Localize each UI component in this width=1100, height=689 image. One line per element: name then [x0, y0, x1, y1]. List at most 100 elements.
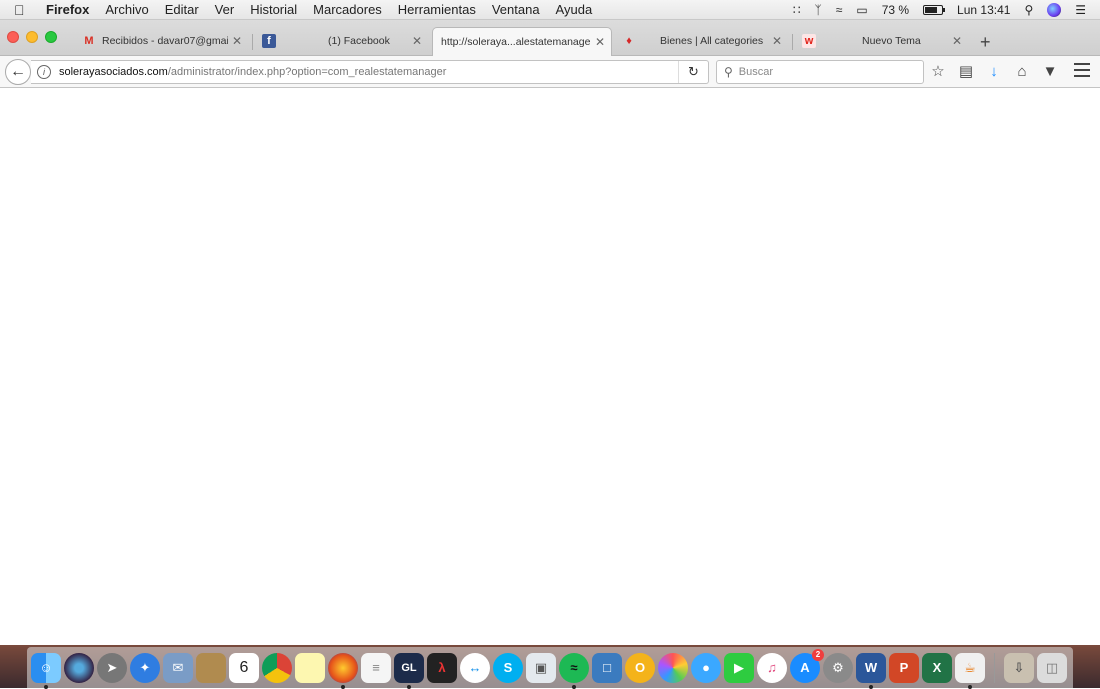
facebook-icon: f [262, 34, 276, 48]
clock[interactable]: Lun 13:41 [957, 3, 1010, 17]
tab-title: Bienes | All categories [660, 35, 764, 47]
finder-icon[interactable]: ☺ [31, 652, 61, 689]
airplay-icon[interactable]: ▭ [856, 3, 867, 17]
site-info-icon[interactable]: i [37, 65, 51, 79]
hamburger-line [1074, 69, 1090, 71]
tab-realestatemanager[interactable]: http://soleraya...alestatemanager ✕ [432, 27, 612, 56]
menu-editar[interactable]: Editar [157, 2, 207, 17]
word-icon[interactable]: W [856, 652, 886, 689]
tab-title: Nuevo Tema [862, 35, 921, 47]
firefox-icon[interactable] [328, 652, 358, 689]
globe-app-icon[interactable]: GL [394, 652, 424, 689]
trash-icon[interactable]: ◫ [1037, 652, 1067, 683]
facetime-icon[interactable]: ▶ [724, 652, 754, 683]
dock: ☺ ➤ ✦ ✉ 6 ≡ GL λ ↔ S ▣ ≈ □ O ● ▶ ♫ A2 ⚙ … [27, 647, 1073, 689]
menu-archivo[interactable]: Archivo [97, 2, 156, 17]
tab-title: (1) Facebook [328, 35, 390, 47]
close-tab-icon[interactable]: ✕ [595, 35, 605, 49]
download-icon[interactable]: ↓ [986, 63, 1002, 80]
bienes-icon: ♦ [626, 35, 632, 47]
search-input[interactable]: ⚲ Buscar [716, 60, 924, 84]
java-icon[interactable]: ☕ [955, 652, 985, 689]
opera-icon[interactable]: O [625, 652, 655, 683]
home-icon[interactable]: ⌂ [1014, 63, 1030, 80]
minimize-window-button[interactable] [26, 31, 38, 43]
app-store-icon[interactable]: A2 [790, 648, 824, 683]
launchpad-icon[interactable]: ➤ [97, 652, 127, 683]
menu-marcadores[interactable]: Marcadores [305, 2, 390, 17]
siri-dock-icon[interactable] [64, 652, 94, 683]
menu-ventana[interactable]: Ventana [484, 2, 548, 17]
dock-separator [994, 652, 995, 683]
hamburger-line [1074, 63, 1090, 65]
calendar-icon[interactable]: 6 [229, 652, 259, 683]
page-content[interactable] [0, 89, 1100, 645]
reading-list-icon[interactable]: ▤ [958, 62, 974, 80]
notes-icon[interactable] [295, 652, 325, 683]
mail-stamp-icon[interactable]: ✉ [163, 652, 193, 683]
apple-icon[interactable]:  [14, 2, 36, 18]
downloads-stack-icon[interactable]: ⇩ [1004, 652, 1034, 683]
bookmark-star-icon[interactable]: ☆ [930, 62, 946, 80]
system-preferences-icon[interactable]: ⚙ [823, 652, 853, 683]
search-icon: ⚲ [724, 65, 733, 79]
url-bar[interactable]: i solerayasociados.com /administrator/in… [31, 60, 709, 84]
bluetooth-icon[interactable]: ᛉ [815, 3, 822, 17]
back-button[interactable]: ← [5, 59, 31, 85]
excel-icon[interactable]: X [922, 652, 952, 683]
nuevo-tema-icon: w [802, 34, 816, 48]
siri-icon[interactable] [1047, 2, 1062, 17]
window-controls [7, 31, 57, 43]
search-placeholder: Buscar [738, 66, 774, 78]
tab-title: Recibidos - davar07@gmail... [102, 35, 228, 47]
tab-separator [792, 34, 793, 50]
wifi-icon[interactable]: ≈ [836, 3, 843, 17]
url-path: /administrator/index.php?option=com_real… [167, 66, 447, 78]
notebook-icon[interactable] [196, 652, 226, 683]
notification-center-icon[interactable]: ☰ [1075, 3, 1086, 17]
gmail-icon: M [84, 35, 94, 47]
close-tab-icon[interactable]: ✕ [952, 34, 962, 48]
spotify-icon[interactable]: ≈ [559, 652, 589, 689]
menu-historial[interactable]: Historial [242, 2, 305, 17]
reminders-icon[interactable]: ≡ [361, 652, 391, 683]
itunes-icon[interactable]: ♫ [757, 652, 787, 683]
battery-icon[interactable] [923, 4, 946, 15]
preview-icon[interactable]: ▣ [526, 652, 556, 683]
tab-nuevo-tema[interactable]: w Nuevo Tema ✕ [796, 28, 968, 54]
teamviewer-icon[interactable]: ↔ [460, 652, 490, 683]
navigation-toolbar: ← i solerayasociados.com /administrator/… [0, 56, 1100, 88]
safari-icon[interactable]: ✦ [130, 652, 160, 683]
messages-icon[interactable]: ● [691, 652, 721, 683]
pocket-icon[interactable]: ▼ [1042, 63, 1058, 80]
virtualbox-icon[interactable]: □ [592, 652, 622, 683]
app-menu: Firefox Archivo Editar Ver Historial Mar… [36, 2, 600, 17]
macos-menu-bar:  Firefox Archivo Editar Ver Historial M… [0, 0, 1100, 20]
photos-icon[interactable] [658, 652, 688, 683]
new-tab-button[interactable]: + [980, 32, 991, 53]
tab-facebook[interactable]: f (1) Facebook ✕ [256, 28, 428, 54]
extension-grid-icon[interactable]: ∷ [793, 3, 801, 17]
tab-gmail[interactable]: M Recibidos - davar07@gmail... ✕ [76, 28, 248, 54]
zoom-window-button[interactable] [45, 31, 57, 43]
spotlight-search-icon[interactable]: ⚲ [1024, 3, 1033, 17]
battery-text[interactable]: 73 % [882, 3, 909, 17]
menu-app-name[interactable]: Firefox [36, 2, 97, 17]
close-tab-icon[interactable]: ✕ [772, 34, 782, 48]
reload-icon[interactable]: ↻ [678, 61, 708, 83]
menu-herramientas[interactable]: Herramientas [390, 2, 484, 17]
menu-ver[interactable]: Ver [207, 2, 243, 17]
close-tab-icon[interactable]: ✕ [412, 34, 422, 48]
close-window-button[interactable] [7, 31, 19, 43]
acrobat-icon[interactable]: λ [427, 652, 457, 683]
menu-ayuda[interactable]: Ayuda [548, 2, 601, 17]
hamburger-line [1074, 75, 1090, 77]
close-tab-icon[interactable]: ✕ [232, 34, 242, 48]
tab-separator [252, 34, 253, 50]
menu-hamburger-icon[interactable] [1074, 63, 1090, 77]
tab-bienes[interactable]: ♦ Bienes | All categories ✕ [616, 28, 788, 54]
status-area: ∷ ᛉ ≈ ▭ 73 % Lun 13:41 ⚲ ☰ [793, 2, 1100, 17]
skype-icon[interactable]: S [493, 652, 523, 683]
chrome-icon[interactable] [262, 652, 292, 683]
powerpoint-icon[interactable]: P [889, 652, 919, 683]
